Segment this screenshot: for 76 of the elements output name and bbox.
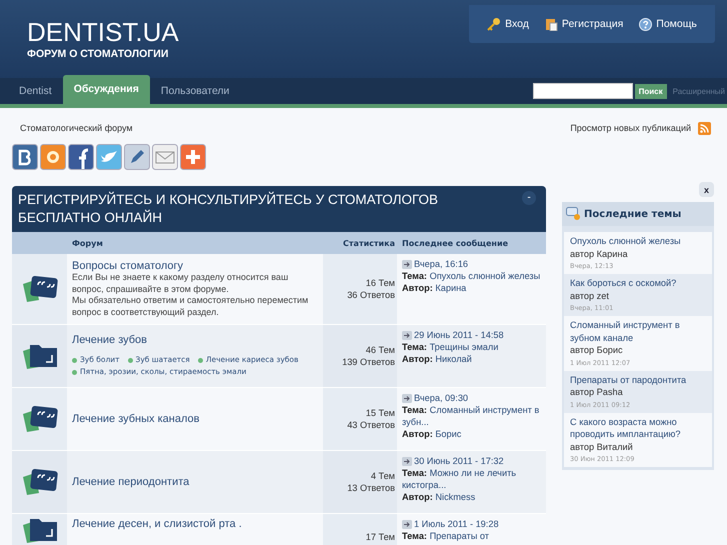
topic-author: автор Pasha: [570, 386, 624, 398]
key-icon: [487, 17, 502, 31]
last-post-topic[interactable]: Тема: Трещины эмали: [402, 341, 543, 353]
last-post-date-link[interactable]: Вчера, 09:30: [414, 392, 468, 404]
forum-description: Если Вы не знаете к какому разделу относится ваш вопрос, спрашивайте в этом форуме. Мы обязательно ответим и самостоятельно переместим вопрос в соответствующий раздел.: [72, 272, 310, 318]
user-link[interactable]: Вход: [487, 17, 529, 31]
nav-tab[interactable]: Пользователи: [150, 78, 240, 104]
speech-bubble-icon: [20, 467, 58, 497]
chat-icon: [566, 207, 581, 221]
topic-author: автор Борис: [570, 344, 624, 356]
share-icon[interactable]: [12, 144, 38, 170]
column-header: Форум: [72, 238, 103, 248]
plus-icon[interactable]: [180, 144, 206, 170]
pencil-icon[interactable]: [124, 144, 150, 170]
site-tagline: ФОРУМ О СТОМАТОЛОГИИ: [27, 48, 170, 60]
last-post-author[interactable]: Автор: Борис: [402, 428, 543, 440]
clipboard-icon: [544, 17, 558, 31]
last-post-author[interactable]: Автор: Карина: [402, 282, 543, 294]
bullet-icon: [72, 370, 77, 374]
speech-bubble-icon: [20, 404, 58, 434]
topic-count: 4 Тем: [370, 470, 395, 482]
topic-author: автор zet: [570, 290, 610, 302]
topic-count: 17 Тем: [366, 531, 395, 543]
topic-author: автор Виталий: [570, 440, 634, 453]
last-post-topic[interactable]: Тема: Опухоль слюнной железы: [402, 270, 543, 282]
site-logo[interactable]: DENTIST.UA: [27, 18, 179, 46]
close-button[interactable]: x: [699, 182, 714, 197]
share-icon[interactable]: [68, 144, 94, 170]
topic-count: 46 Тем: [366, 344, 395, 356]
nav-tab[interactable]: Dentist: [8, 78, 63, 104]
arrow-icon[interactable]: [402, 260, 412, 268]
topic-link[interactable]: С какого возраста можно проводить имплантацию?: [570, 416, 708, 440]
forum-title-link[interactable]: Лечение зубных каналов: [72, 413, 318, 425]
last-post-date-link[interactable]: 30 Июнь 2011 - 17:32: [414, 455, 504, 467]
user-link[interactable]: Помощь: [639, 18, 697, 30]
last-post-date-link[interactable]: 1 Июль 2011 - 19:28: [414, 518, 499, 530]
column-header: Статистика: [343, 238, 395, 248]
forum-title-link[interactable]: Вопросы стоматологу: [72, 260, 318, 272]
search-field[interactable]: [532, 83, 633, 99]
last-post-topic[interactable]: Тема: Можно ли не лечить кистогра...: [402, 467, 543, 491]
bullet-icon: [198, 358, 203, 362]
last-post-author[interactable]: Автор: Nickmess: [402, 491, 543, 503]
breadcrumb-link[interactable]: Стоматологический форум: [20, 123, 133, 133]
last-post-date-link[interactable]: 29 Июнь 2011 - 14:58: [414, 329, 504, 341]
new-posts-link[interactable]: Просмотр новых публикаций: [570, 123, 691, 133]
arrow-icon[interactable]: [402, 520, 412, 528]
topic-link[interactable]: Препараты от пародонтита: [570, 374, 708, 386]
category-title: РЕГИСТРИРУЙТЕСЬ И КОНСУЛЬТИРУЙТЕСЬ У СТОМАТОЛОГОВ БЕСПЛАТНО ОНЛАЙН: [18, 191, 440, 227]
forum-title-link[interactable]: Лечение десен, и слизистой рта .: [72, 518, 318, 530]
reply-count: 13 Ответов: [347, 482, 395, 494]
topic-link[interactable]: Как бороться с оскомой?: [570, 277, 708, 290]
bullet-icon: [128, 358, 133, 362]
collapse-button[interactable]: -: [522, 191, 536, 205]
help-icon: [639, 18, 652, 30]
forum-title-link[interactable]: Лечение периодонтита: [72, 476, 318, 488]
user-link[interactable]: Регистрация: [544, 17, 624, 31]
last-post-date-link[interactable]: Вчера, 16:16: [414, 258, 468, 270]
last-post-topic[interactable]: Тема: Сломанный инструмент в зубн...: [402, 404, 543, 428]
arrow-icon[interactable]: [402, 394, 412, 402]
arrow-icon[interactable]: [402, 456, 412, 466]
last-post-author[interactable]: Автор: Николай: [402, 353, 543, 365]
topic-author: автор Карина: [570, 248, 629, 260]
forum-title-link[interactable]: Лечение зубов: [72, 334, 318, 346]
topic-link[interactable]: Сломанный инструмент в зубном канале: [570, 319, 708, 344]
reply-count: 43 Ответов: [347, 419, 395, 431]
topic-count: 15 Тем: [366, 407, 395, 419]
topic-count: 16 Тем: [366, 277, 395, 289]
topic-link[interactable]: Опухоль слюнной железы: [570, 235, 708, 248]
speech-bubble-icon: [20, 274, 58, 304]
bullet-icon: [72, 358, 77, 362]
last-post-topic[interactable]: Тема: Препараты от: [402, 530, 543, 542]
column-header: Последнее сообщение: [402, 238, 508, 248]
sidebar-title: Последние темы: [584, 208, 682, 220]
arrow-icon[interactable]: [402, 330, 412, 340]
reply-count: 139 Ответов: [342, 356, 395, 368]
reply-count: 36 Ответов: [347, 289, 395, 301]
